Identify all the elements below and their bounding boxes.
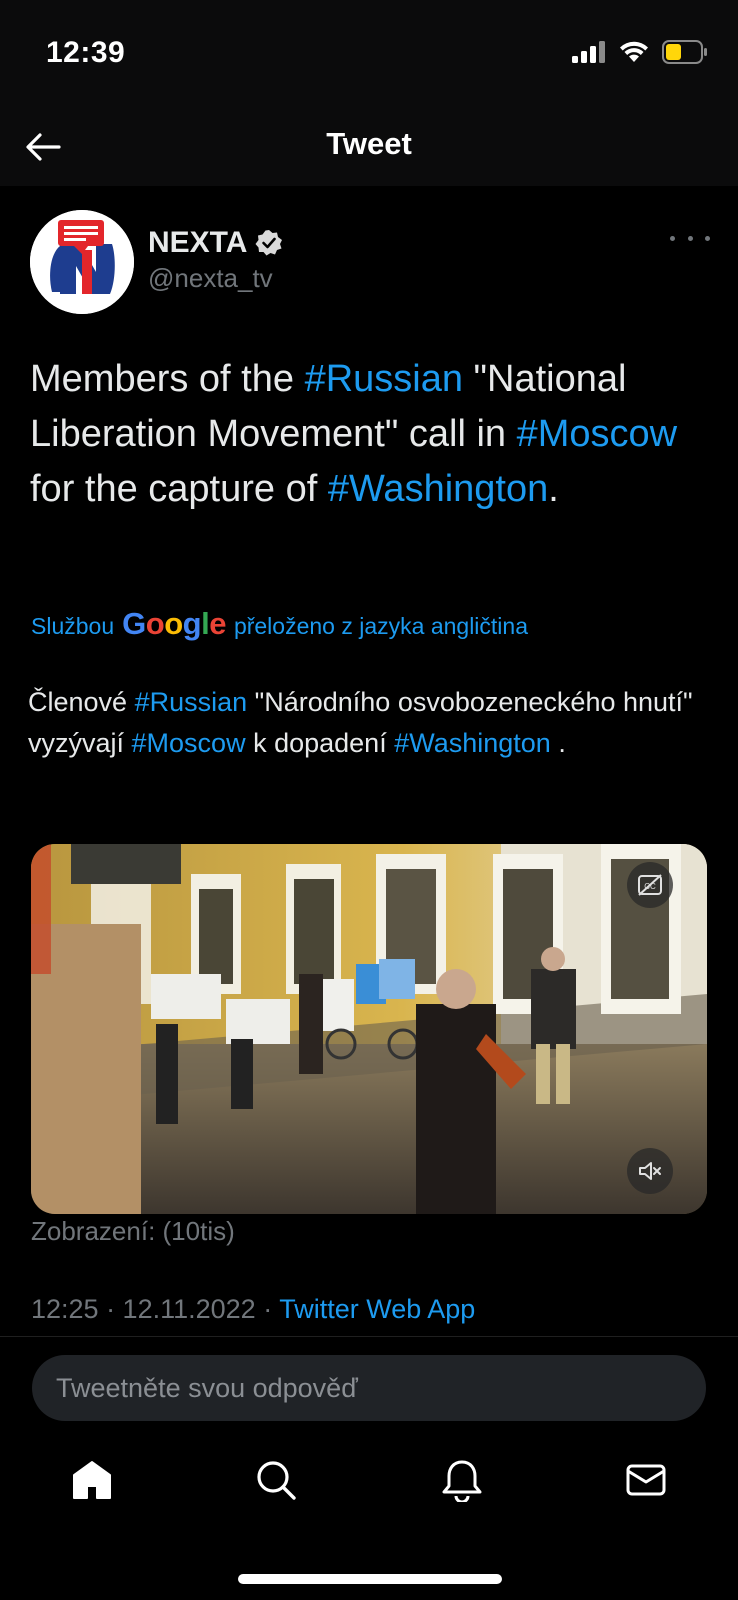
wifi-icon <box>620 41 648 62</box>
tweet-video[interactable]: CC <box>31 844 707 1214</box>
tweet-text-segment: . <box>548 468 559 510</box>
status-icons <box>572 40 708 64</box>
hashtag-link[interactable]: #Russian <box>135 687 248 717</box>
volume-muted-icon <box>639 1162 661 1180</box>
hashtag-link[interactable]: #Russian <box>305 358 463 400</box>
google-letter: l <box>201 606 210 641</box>
tweet-text: Members of the #Russian "National Libera… <box>30 352 720 517</box>
reply-bar <box>0 1336 738 1426</box>
battery-level <box>666 44 681 60</box>
closed-captions-off-icon: CC <box>638 874 662 896</box>
view-count: Zobrazení: (10tis) <box>31 1216 235 1246</box>
home-indicator[interactable] <box>238 1574 502 1584</box>
author-handle[interactable]: @nexta_tv <box>148 263 273 294</box>
google-letter: g <box>182 606 202 641</box>
author-name[interactable]: NEXTA <box>148 226 283 260</box>
signal-icon <box>572 41 605 63</box>
reply-input[interactable] <box>32 1355 706 1421</box>
avatar[interactable] <box>30 210 134 314</box>
google-letter: o <box>145 606 165 641</box>
more-dot <box>687 235 693 241</box>
bottom-tab-bar <box>0 1426 738 1536</box>
hashtag-link[interactable]: #Moscow <box>132 728 246 758</box>
svg-text:CC: CC <box>644 882 656 891</box>
translation-attribution[interactable]: Službou Google přeloženo z jazyka anglič… <box>31 606 528 642</box>
mail-icon <box>626 1464 666 1496</box>
translation-prefix: Službou <box>31 613 115 639</box>
google-letter: e <box>209 606 226 641</box>
mute-button[interactable] <box>627 1148 673 1194</box>
author-name-text: NEXTA <box>148 226 248 259</box>
more-dot <box>705 235 710 241</box>
verified-badge-icon <box>255 230 283 256</box>
video-frame-illustration <box>31 844 707 1214</box>
top-nav-bar: Tweet <box>0 108 738 186</box>
tab-notifications[interactable] <box>432 1450 492 1510</box>
hashtag-link[interactable]: #Moscow <box>517 413 678 455</box>
hashtag-link[interactable]: #Washington <box>328 468 548 510</box>
tab-search[interactable] <box>246 1450 306 1510</box>
more-horizontal-icon <box>670 235 675 241</box>
hashtag-link[interactable]: #Washington <box>394 728 551 758</box>
translation-suffix: přeloženo z jazyka angličtina <box>233 613 528 639</box>
nexta-logo-icon <box>30 210 134 314</box>
status-bar: 12:39 <box>0 0 738 108</box>
translated-tweet-text: Členové #Russian "Národního osvobozeneck… <box>28 682 718 764</box>
tweet-text-segment: Members of the <box>30 358 305 400</box>
google-logo: Google <box>122 606 226 642</box>
search-icon <box>257 1461 296 1500</box>
source-app-link[interactable]: Twitter Web App <box>279 1294 475 1324</box>
captions-button[interactable]: CC <box>627 862 673 908</box>
bell-icon <box>442 1460 482 1502</box>
more-options-button[interactable] <box>670 226 710 250</box>
translated-text-segment: . <box>550 728 566 758</box>
status-time: 12:39 <box>46 36 126 69</box>
translated-text-segment: k dopadení <box>245 728 395 758</box>
translated-text-segment: Členové <box>28 687 135 717</box>
tweet-text-segment: for the capture of <box>30 468 328 510</box>
google-letter: o <box>164 606 183 641</box>
page-title: Tweet <box>326 126 412 161</box>
tweet-timestamp: 12:25 · 12.11.2022 · Twitter Web App <box>31 1294 475 1325</box>
tweet-detail: NEXTA @nexta_tv Members of the #Russian … <box>0 186 738 1336</box>
tab-messages[interactable] <box>616 1450 676 1510</box>
battery-icon <box>662 40 707 64</box>
timestamp-text: 12:25 · 12.11.2022 · <box>31 1294 273 1324</box>
google-letter: G <box>122 606 146 641</box>
tab-home[interactable] <box>62 1450 122 1510</box>
home-icon <box>73 1461 111 1499</box>
